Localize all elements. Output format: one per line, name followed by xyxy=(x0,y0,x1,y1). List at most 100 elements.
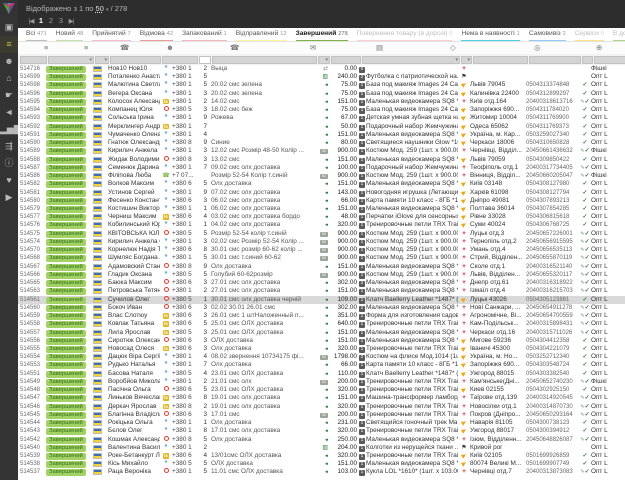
client-name-cell[interactable]: Колосок Александр xyxy=(108,98,160,106)
client-name-cell[interactable]: Деркач Ярослав xyxy=(108,403,160,411)
phone-cell[interactable]: +380 1 xyxy=(172,114,197,122)
client-name-cell[interactable]: Філіпова Люба xyxy=(108,172,160,180)
phone-cell[interactable]: +380 6 xyxy=(172,304,197,312)
client-name-cell[interactable]: Роке-Бетанкурт Лін... xyxy=(108,452,160,460)
client-name-cell[interactable]: Раца Вероніка xyxy=(108,468,160,476)
client-column-icon[interactable]: ☻ xyxy=(166,43,174,52)
tracking-number-cell[interactable]: 20450660205047 xyxy=(526,172,579,180)
tracking-number-cell[interactable]: 20450654911278 xyxy=(526,304,579,312)
tracking-number-cell[interactable]: 0501699907749 xyxy=(526,460,579,468)
tracking-number-cell[interactable]: 0504305123861 xyxy=(526,296,579,304)
client-name-cell[interactable]: Нов10 Нов10 xyxy=(108,65,160,73)
table-row[interactable]: 514576ЗавершенийКобилинський Юрий*+380 1… xyxy=(18,221,625,229)
tracking-number-cell[interactable]: 0504306768725 xyxy=(526,221,579,229)
settings-sliders-icon[interactable]: ⇶ xyxy=(0,138,18,155)
client-name-cell[interactable]: Воробйов Микола xyxy=(108,378,160,386)
phone-cell[interactable]: +380 5 xyxy=(172,230,197,238)
table-row[interactable]: 514548ЗавершенийПасічна Ольга+380 6523.0… xyxy=(18,386,625,394)
table-row[interactable]: 514559ЗавершенийВлас Слотюуls+380 6326.0… xyxy=(18,312,625,320)
tracking-number-cell[interactable]: 0504310650828 xyxy=(526,139,579,147)
table-row[interactable]: 514593ЗавершенийСольська Ірина*+380 19Ро… xyxy=(18,114,625,122)
table-row[interactable]: 514575ЗавершенийКВІТОВСЬКА ЮЛІЯ+380 55Ро… xyxy=(18,230,625,238)
tracking-number-cell[interactable]: 20450656915595 xyxy=(526,238,579,246)
order-id-sort-icon[interactable]: ≡ xyxy=(44,43,48,52)
phone-column-icon[interactable]: ☎ xyxy=(230,43,239,52)
table-row[interactable]: 514579ЗавершенийКостишин Виктор*+380 110… xyxy=(18,205,625,213)
column-filter-input[interactable]: ▾ xyxy=(95,56,109,64)
phone-cell[interactable]: +380 1 xyxy=(172,238,197,246)
phone-cell[interactable]: +380 1 xyxy=(172,131,197,139)
phone-cell[interactable]: +380 6 xyxy=(172,345,197,353)
table-row[interactable]: 514568ЗавершенийШумляс Богдана Ан...*+38… xyxy=(18,254,625,262)
client-name-cell[interactable]: Семенюк Дарина xyxy=(108,164,160,172)
client-name-cell[interactable]: Малютина Светлана xyxy=(108,81,160,89)
column-filter-input[interactable] xyxy=(162,56,198,64)
phone-cell[interactable]: +380 5 xyxy=(172,370,197,378)
status-sort-icon[interactable]: ≡ xyxy=(84,43,88,52)
phone-cell[interactable]: +380 6 xyxy=(172,452,197,460)
tracking-number-cell[interactable]: 20450655870119 xyxy=(526,254,579,262)
phone-cell[interactable]: +380 1 xyxy=(172,427,197,435)
table-row[interactable]: 514580ЗавершенийФесенко Константин*+380 … xyxy=(18,197,625,205)
phone-cell[interactable]: +380 5 xyxy=(172,296,197,304)
table-row[interactable]: 514544ЗавершенийРокіцька Ольга*+380 11Ол… xyxy=(18,419,625,427)
client-name-cell[interactable]: Поталенко Анастас... xyxy=(108,73,160,81)
dashboard-icon[interactable]: ▣ xyxy=(0,19,18,36)
phone-cell[interactable]: +380 5 xyxy=(172,329,197,337)
tracking-number-cell[interactable]: 20400314870730 xyxy=(526,403,579,411)
phone-cell[interactable]: +380 6 xyxy=(172,246,197,254)
column-filter-input[interactable]: ▾ xyxy=(362,56,460,64)
tracking-number-cell[interactable]: 20450657226001 xyxy=(526,230,579,238)
table-row[interactable]: 514581ЗавершенийУстинов Сергей*+380 1907… xyxy=(18,189,625,197)
column-filter-input[interactable] xyxy=(212,56,317,64)
phone-cell[interactable]: +380 1 xyxy=(172,378,197,386)
table-row[interactable]: 514565ЗавершенийБаюка Максим+380 6327.01… xyxy=(18,279,625,287)
table-row[interactable]: 514558ЗавершенийКовлак Татьянаls+380 652… xyxy=(18,320,625,328)
client-name-cell[interactable]: Фесенко Константин xyxy=(108,197,160,205)
phone-cell[interactable]: +380 6 xyxy=(172,337,197,345)
tracking-number-cell[interactable]: 0501699926859 xyxy=(526,452,579,460)
phone-cell[interactable]: +380 8 xyxy=(172,436,197,444)
phone-cell[interactable]: +380 6 xyxy=(172,197,197,205)
phone-cell[interactable]: +380 6 xyxy=(172,386,197,394)
client-name-cell[interactable]: Устинов Сергей xyxy=(108,189,160,197)
tracking-number-cell[interactable]: 0504311784020 xyxy=(526,106,579,114)
client-name-cell[interactable]: Кошмак Александр xyxy=(108,436,160,444)
phone-cell[interactable]: +380 6 xyxy=(172,320,197,328)
client-name-cell[interactable]: Сольська Ірина xyxy=(108,114,160,122)
client-name-cell[interactable]: Костишин Виктор xyxy=(108,205,160,213)
tracking-number-cell[interactable]: 0504311769373 xyxy=(526,123,579,131)
comment-column-icon[interactable]: ✉ xyxy=(310,43,316,52)
tracking-number-cell[interactable]: 0504308127980 xyxy=(526,180,579,188)
client-name-cell[interactable]: Дацюк Віра Сергіївна xyxy=(108,353,160,361)
tracking-number-cell[interactable] xyxy=(526,444,579,452)
phone-cell[interactable]: +380 8 xyxy=(172,263,197,271)
client-name-cell[interactable]: Чумаченко Олена xyxy=(108,131,160,139)
client-name-cell[interactable]: Кирилич Анжела Ол... xyxy=(108,238,160,246)
page-button[interactable]: 3 xyxy=(56,15,66,27)
table-row[interactable]: 514557ЗавершенийЛила Ярославls+380 5325.… xyxy=(18,329,625,337)
table-row[interactable]: 514589ЗавершенийКирилич Анжела*+380 1312… xyxy=(18,147,625,155)
table-row[interactable]: 514591ЗавершенийЧумаченко Олена*+380 14◂… xyxy=(18,131,625,139)
table-row[interactable]: 514553ЗавершенийРудько Наталья*+380 17Ол… xyxy=(18,361,625,369)
tracking-number-cell[interactable]: 0504309850422 xyxy=(526,156,579,164)
client-name-cell[interactable]: Корнелюк Надія Та... xyxy=(108,246,160,254)
column-filter-input[interactable] xyxy=(331,56,361,64)
table-row[interactable]: 514546ЗавершенийДеркач Ярославls+380 821… xyxy=(18,403,625,411)
tracking-number-cell[interactable]: 0503259027340 xyxy=(526,131,579,139)
table-row[interactable]: 514582ЗавершенийВолков Максим*+380 65Олх… xyxy=(18,180,625,188)
tracking-number-cell[interactable]: 20400316318922 xyxy=(526,279,579,287)
table-row[interactable]: 514592ЗавершенийМерклингер Андрейls+380 … xyxy=(18,123,625,131)
clients-icon[interactable]: ☻ xyxy=(0,53,18,70)
table-row[interactable]: 514547ЗавершенийЛиньков Вячеславls+380 6… xyxy=(18,394,625,402)
column-filter-input[interactable]: ▾ xyxy=(461,56,472,64)
tracking-number-cell[interactable]: 20400316521140 xyxy=(526,263,579,271)
last-page-button[interactable]: ▶| xyxy=(66,16,76,28)
tab-status-6[interactable]: Завершений 278 xyxy=(296,28,348,42)
tracking-number-cell[interactable]: 0504304412358 xyxy=(526,337,579,345)
tracking-number-cell[interactable]: 20400317734405 xyxy=(526,164,579,172)
per-page-dropdown[interactable]: 50 xyxy=(96,4,104,13)
tracking-number-cell[interactable]: 20400315711026 xyxy=(526,329,579,337)
tracking-number-cell[interactable]: 0504300394912 xyxy=(526,427,579,435)
client-name-cell[interactable]: Волков Максим xyxy=(108,180,160,188)
